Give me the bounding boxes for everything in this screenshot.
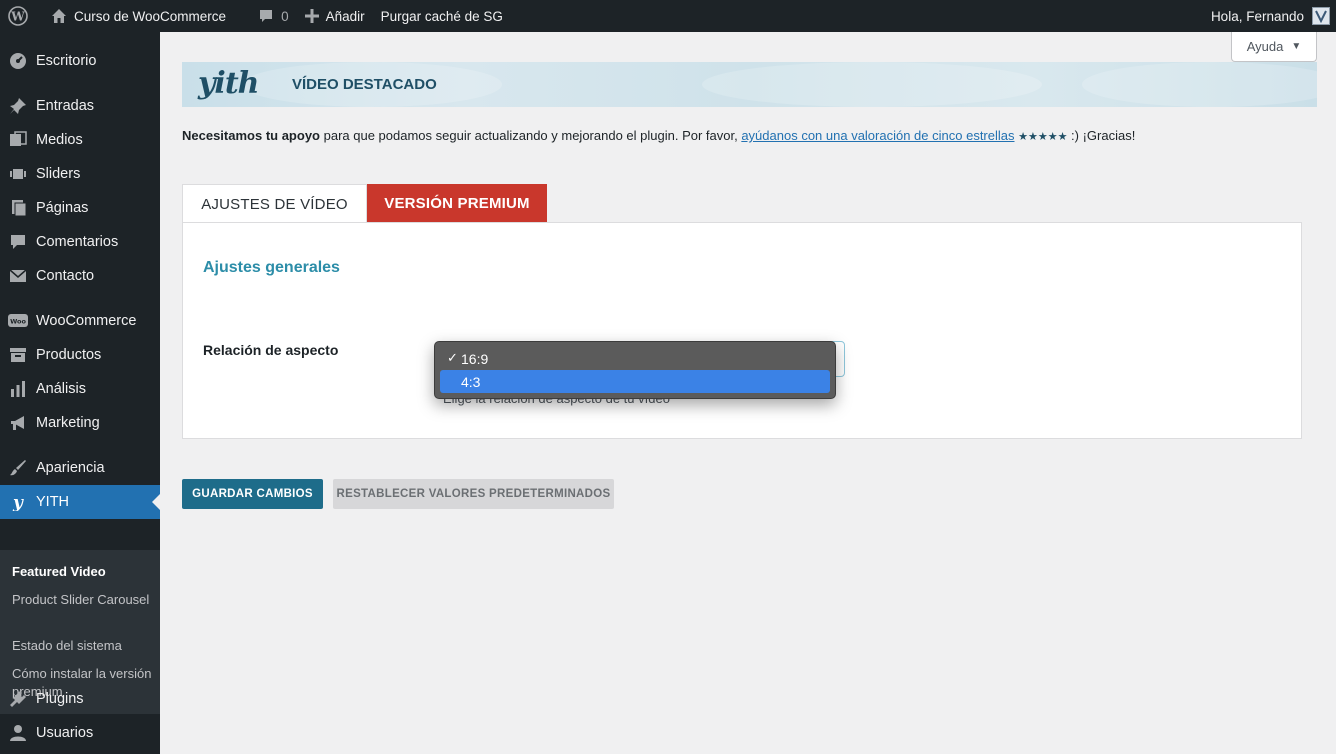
wordpress-logo-button[interactable]: W — [0, 0, 43, 32]
menu-label: Sliders — [36, 166, 81, 182]
chart-bar-icon — [0, 380, 36, 398]
greeting: Hola, Fernando — [1210, 8, 1304, 24]
admin-bar: W Curso de WooCommerce 0 Añadir Purgar c… — [0, 0, 1336, 32]
svg-text:W: W — [10, 10, 25, 24]
svg-text:y: y — [12, 493, 24, 511]
menu-item-analisis[interactable]: Análisis — [0, 372, 160, 406]
page-icon — [0, 199, 36, 217]
brush-icon — [0, 459, 36, 477]
menu-label: Contacto — [36, 268, 95, 284]
menu-label: Apariencia — [36, 460, 105, 476]
menu-label: Medios — [36, 132, 83, 148]
menu-label: Productos — [36, 347, 102, 363]
settings-panel: Ajustes generales Relación de aspecto El… — [182, 222, 1302, 439]
menu-label: Comentarios — [36, 234, 119, 250]
menu-label: WooCommerce — [36, 313, 137, 329]
menu-item-woocommerce[interactable]: Woo WooCommerce — [0, 304, 160, 338]
wordpress-icon: W — [8, 6, 28, 26]
tab-ajustes-de-video[interactable]: AJUSTES DE VÍDEO — [182, 184, 367, 223]
comments-count: 0 — [281, 8, 289, 24]
aspect-ratio-dropdown: ✓ 16:9 4:3 — [434, 341, 836, 399]
menu-label: Plugins — [36, 691, 84, 707]
pin-icon — [0, 97, 36, 115]
tab-label: AJUSTES DE VÍDEO — [201, 195, 348, 213]
comment-icon — [0, 233, 36, 251]
site-name: Curso de WooCommerce — [74, 8, 227, 24]
menu-item-escritorio[interactable]: Escritorio — [0, 44, 160, 78]
plus-icon — [304, 9, 319, 23]
save-button[interactable]: GUARDAR CAMBIOS — [182, 479, 323, 509]
banner-decoration — [1082, 62, 1317, 107]
help-tab-label: Ayuda — [1246, 39, 1284, 54]
account-menu[interactable]: Hola, Fernando — [1203, 0, 1336, 32]
yith-icon: y — [0, 493, 36, 511]
option-label: 4:3 — [461, 373, 481, 390]
avatar — [1312, 7, 1330, 25]
home-icon — [51, 8, 67, 24]
site-name-link[interactable]: Curso de WooCommerce — [43, 0, 234, 32]
menu-item-productos[interactable]: Productos — [0, 338, 160, 372]
menu-item-entradas[interactable]: Entradas — [0, 89, 160, 123]
menu-item-sliders[interactable]: Sliders — [0, 157, 160, 191]
purge-cache-link[interactable]: Purgar caché de SG — [373, 0, 511, 32]
reset-defaults-button[interactable]: RESTABLECER VALORES PREDETERMINADOS — [333, 479, 614, 509]
notice-bold: Necesitamos tu apoyo — [182, 128, 320, 143]
media-icon — [0, 131, 36, 149]
caret-down-icon: ▼ — [1291, 41, 1302, 52]
archive-icon — [0, 346, 36, 364]
menu-item-yith[interactable]: y YITH — [0, 485, 160, 519]
option-label: 16:9 — [461, 350, 489, 367]
star-rating-icon: ★★★★★ — [1018, 131, 1068, 143]
admin-sidebar: Escritorio Entradas Medios Sliders Págin… — [0, 32, 160, 754]
checkmark-icon: ✓ — [447, 350, 458, 365]
help-tab-button[interactable]: Ayuda ▼ — [1231, 32, 1317, 62]
aspect-ratio-label: Relación de aspecto — [203, 342, 339, 358]
notice-tail: :) ¡Gracias! — [1067, 128, 1136, 143]
section-title: Ajustes generales — [203, 259, 340, 276]
menu-label: Entradas — [36, 98, 95, 114]
add-new-label: Añadir — [325, 8, 365, 24]
menu-label: Análisis — [36, 381, 86, 397]
banner-title: VÍDEO DESTACADO — [292, 76, 437, 93]
mail-icon — [0, 267, 36, 285]
menu-item-contacto[interactable]: Contacto — [0, 259, 160, 293]
menu-item-plugins[interactable]: Plugins — [0, 682, 160, 716]
plugin-banner: yith VÍDEO DESTACADO — [182, 62, 1317, 107]
rating-notice: Necesitamos tu apoyo para que podamos se… — [182, 128, 1135, 143]
submenu-estado-del-sistema[interactable]: Estado del sistema — [12, 637, 152, 655]
active-indicator — [152, 494, 160, 510]
rating-link[interactable]: ayúdanos con una valoración de cinco est… — [741, 128, 1014, 143]
svg-text:Woo: Woo — [10, 318, 26, 326]
add-new-link[interactable]: Añadir — [297, 0, 373, 32]
menu-item-paginas[interactable]: Páginas — [0, 191, 160, 225]
tab-label: VERSIÓN PREMIUM — [384, 195, 530, 212]
menu-label: Usuarios — [36, 725, 94, 741]
menu-label: Escritorio — [36, 53, 97, 69]
menu-label: Marketing — [36, 415, 100, 431]
menu-item-comentarios[interactable]: Comentarios — [0, 225, 160, 259]
woo-icon: Woo — [0, 313, 36, 329]
menu-item-apariencia[interactable]: Apariencia — [0, 451, 160, 485]
purge-cache-label: Purgar caché de SG — [380, 8, 503, 24]
slider-icon — [0, 165, 36, 183]
plugin-icon — [0, 690, 36, 708]
option-16-9[interactable]: ✓ 16:9 — [440, 347, 830, 370]
menu-item-marketing[interactable]: Marketing — [0, 406, 160, 440]
menu-item-medios[interactable]: Medios — [0, 123, 160, 157]
yith-logo: yith — [198, 66, 259, 101]
tab-version-premium[interactable]: VERSIÓN PREMIUM — [367, 184, 547, 223]
notice-text: para que podamos seguir actualizando y m… — [320, 128, 742, 143]
submenu-featured-video[interactable]: Featured Video — [12, 563, 152, 581]
dashboard-icon — [0, 52, 36, 70]
menu-label: Páginas — [36, 200, 89, 216]
menu-item-usuarios[interactable]: Usuarios — [0, 716, 160, 750]
menu-label: YITH — [36, 494, 70, 510]
option-4-3[interactable]: 4:3 — [440, 370, 830, 393]
submenu-product-slider-carousel[interactable]: Product Slider Carousel — [12, 591, 152, 609]
comment-icon — [258, 8, 274, 24]
comments-link[interactable]: 0 — [250, 0, 297, 32]
megaphone-icon — [0, 414, 36, 432]
user-icon — [0, 724, 36, 742]
banner-decoration — [702, 62, 1042, 107]
